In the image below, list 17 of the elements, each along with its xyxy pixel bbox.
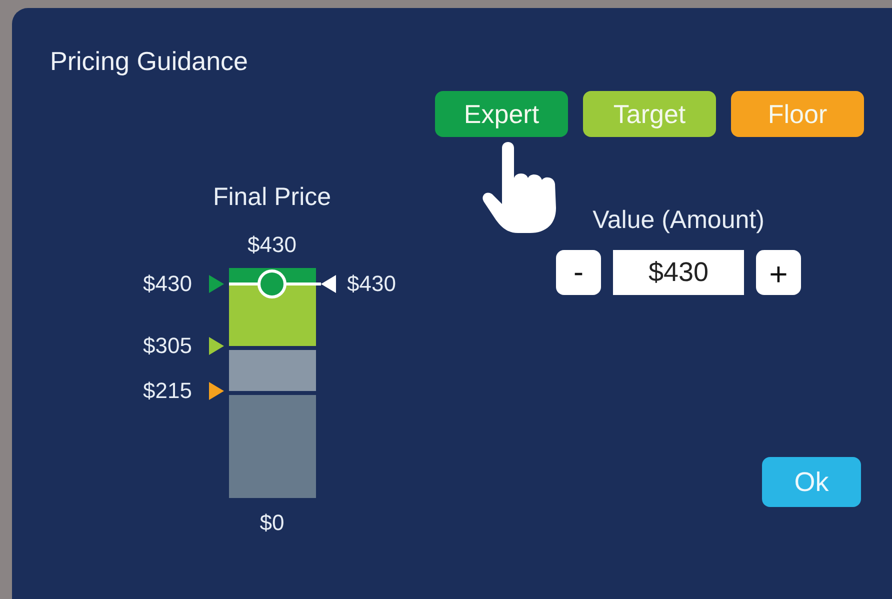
guidance-button[interactable]: Target	[583, 91, 716, 137]
marker-label: $215	[142, 378, 192, 404]
marker-label: $430	[142, 271, 192, 298]
increment-button[interactable]: +	[756, 250, 801, 295]
handle-value-label: $430	[347, 271, 396, 298]
value-label: Value (Amount)	[592, 205, 766, 235]
slider-handle[interactable]	[229, 269, 337, 300]
max-price-label: $430	[248, 232, 296, 258]
chart-title: Final Price	[212, 182, 332, 212]
dialog-title: Pricing Guidance	[50, 45, 249, 77]
min-price-label: $0	[260, 510, 284, 536]
marker-label: $305	[142, 333, 192, 360]
ok-button[interactable]: Ok	[762, 457, 861, 507]
guidance-button[interactable]: Expert	[435, 91, 568, 137]
amount-field[interactable]: $430	[613, 250, 744, 295]
guidance-button[interactable]: Floor	[731, 91, 864, 137]
decrement-button[interactable]: -	[556, 250, 601, 295]
